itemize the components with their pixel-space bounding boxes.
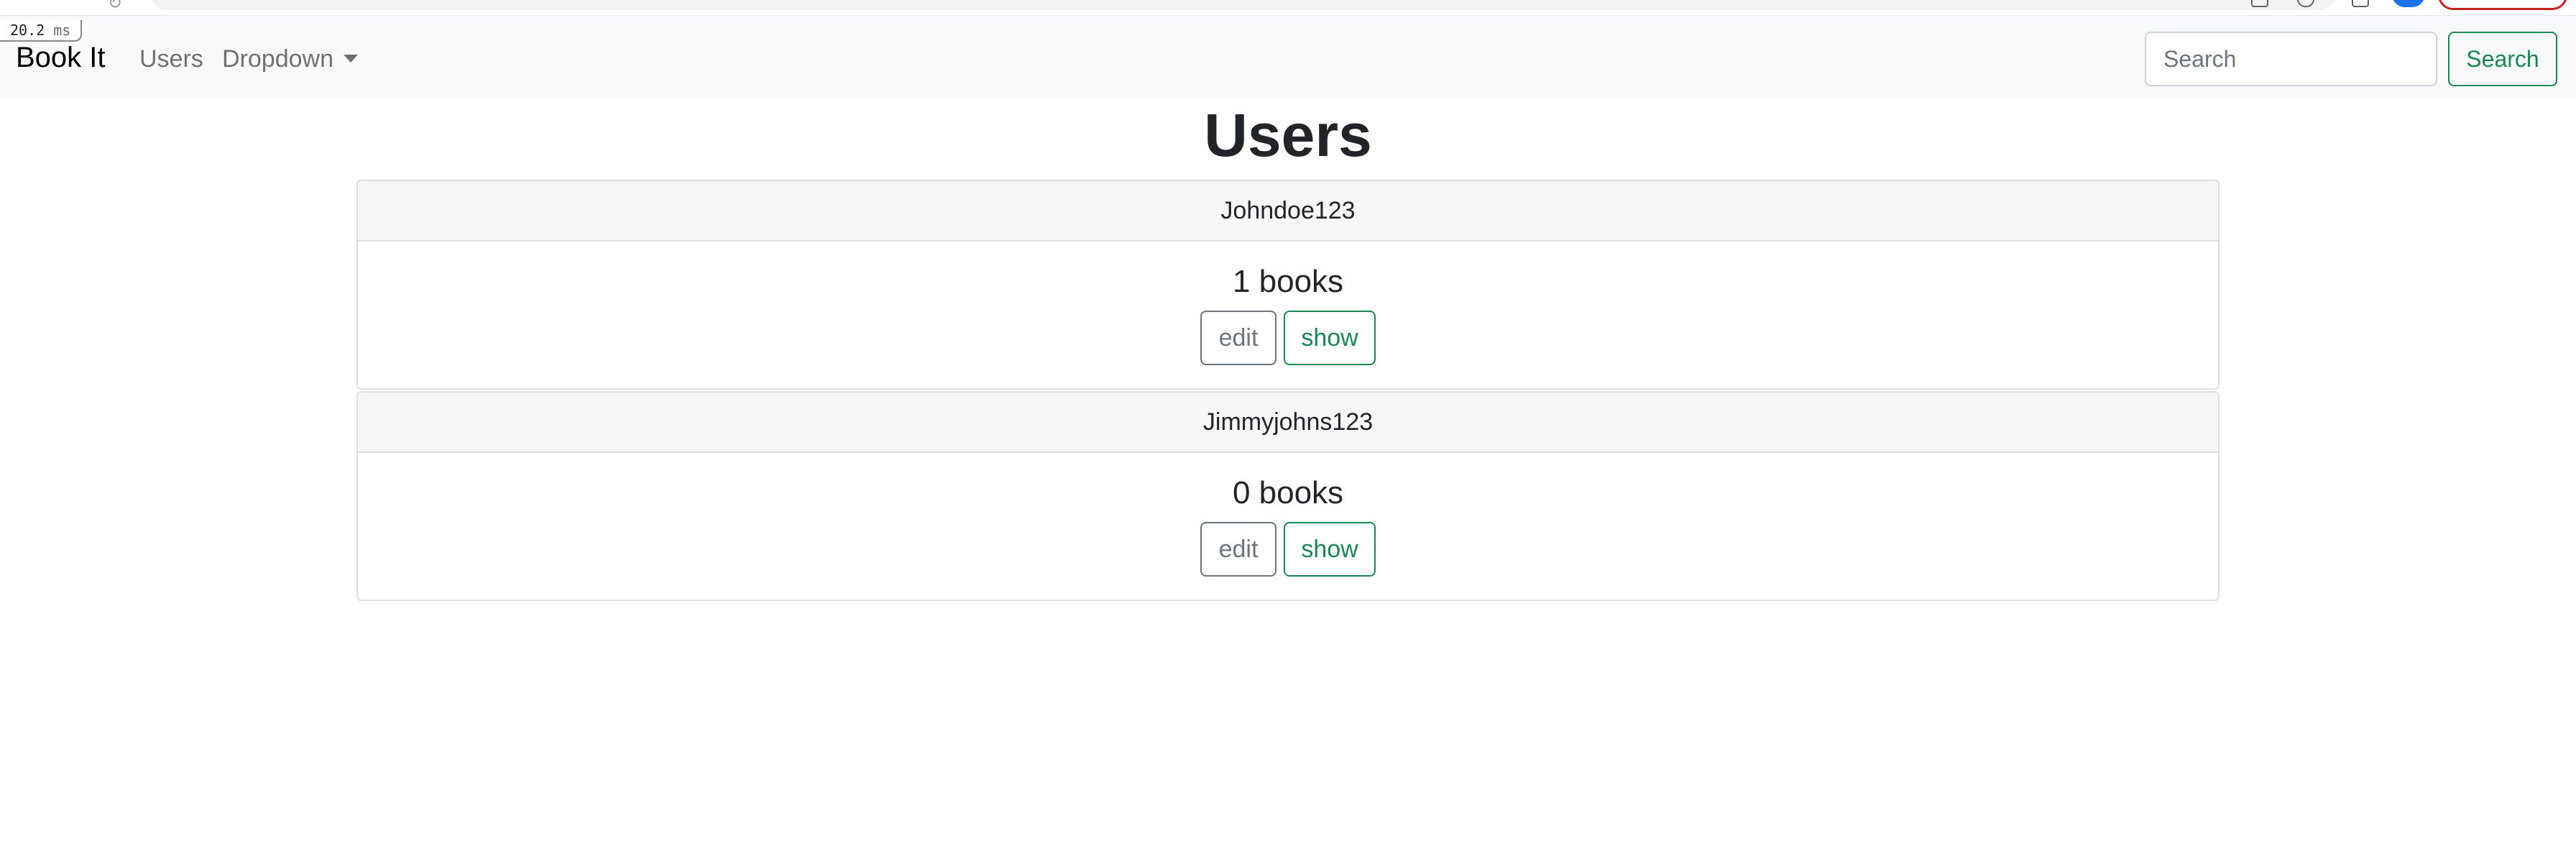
profile-avatar[interactable] [2392,0,2425,7]
user-card: Johndoe123 1 books edit show [356,180,2220,390]
user-card-actions: edit show [358,311,2218,365]
book-count: 0 books [1232,475,1344,510]
split-view-icon[interactable] [2352,0,2369,7]
book-count: 1 books [1232,264,1344,299]
user-list: Johndoe123 1 books edit show Jimmyjohns1… [356,180,2220,602]
user-card-header: Jimmyjohns123 [358,393,2218,453]
show-button[interactable]: show [1284,311,1376,365]
user-card: Jimmyjohns123 0 books edit show [356,391,2220,601]
user-card-body: 1 books edit show [358,242,2218,388]
browser-toolbar: ↻ [0,0,2576,16]
address-bar[interactable] [152,0,2334,10]
nav-dropdown-toggle[interactable]: Dropdown [222,45,358,73]
user-card-body: 0 books edit show [358,453,2218,600]
user-card-actions: edit show [358,522,2218,577]
navbar: Book It Users Dropdown Search [0,16,2576,98]
search-input[interactable] [2145,32,2437,86]
browser-update-button[interactable] [2438,0,2567,10]
brand-link[interactable]: Book It [16,40,106,75]
nav-dropdown-label: Dropdown [222,45,334,73]
timing-unit: ms [53,22,71,39]
cast-icon[interactable] [2251,0,2268,7]
user-card-header: Johndoe123 [358,181,2218,242]
caret-down-icon [343,55,358,63]
page-title: Users [1204,101,1372,169]
timing-value: 20.2 [10,22,45,39]
edit-button[interactable]: edit [1200,522,1276,577]
edit-button[interactable]: edit [1200,311,1276,365]
search-button[interactable]: Search [2448,32,2557,86]
reload-icon[interactable]: ↻ [108,0,129,13]
timing-badge: 20.2 ms [0,20,83,42]
show-button[interactable]: show [1284,522,1376,577]
nav-link-users[interactable]: Users [139,45,203,73]
